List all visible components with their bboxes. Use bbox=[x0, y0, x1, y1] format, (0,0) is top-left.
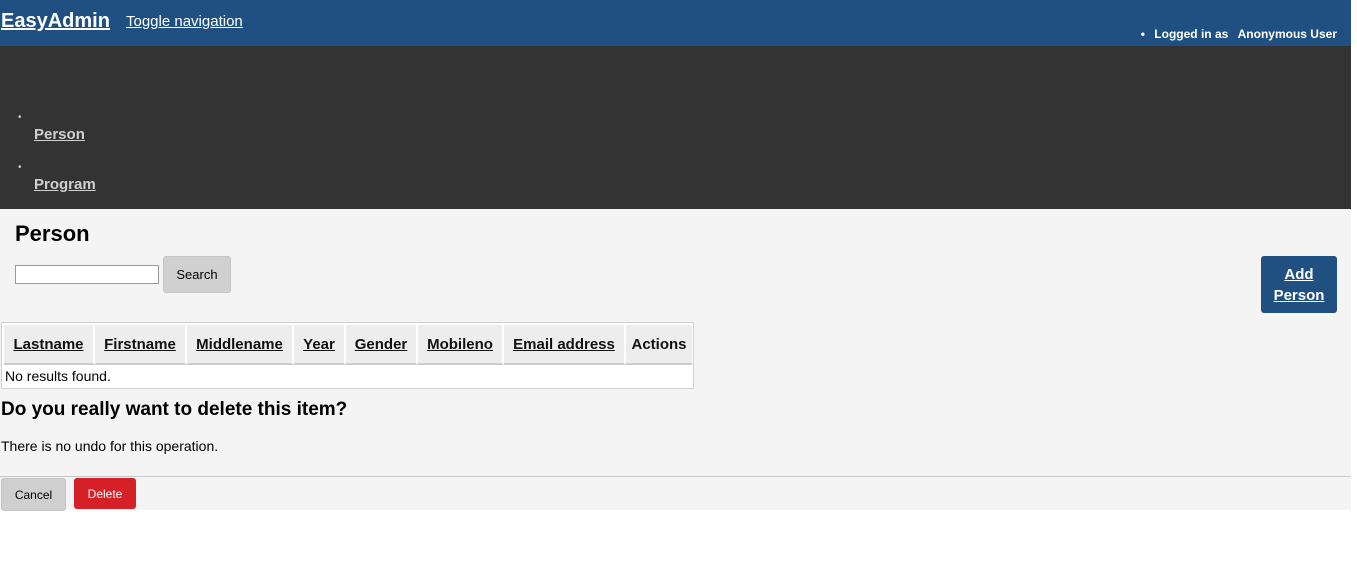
page-title: Person bbox=[15, 221, 90, 246]
delete-button[interactable]: Delete bbox=[74, 478, 136, 509]
bullet-icon: • bbox=[18, 162, 22, 173]
sidebar-link-program[interactable]: Program bbox=[34, 176, 96, 193]
column-header-email[interactable]: Email address bbox=[504, 325, 626, 365]
table-empty-message: No results found. bbox=[5, 368, 111, 384]
delete-modal-body: There is no undo for this operation. bbox=[1, 438, 219, 454]
search-input[interactable] bbox=[15, 265, 159, 284]
toggle-navigation-link[interactable]: Toggle navigation bbox=[126, 13, 243, 30]
search-button[interactable]: Search bbox=[163, 256, 231, 293]
modal-divider bbox=[0, 476, 1351, 477]
bullet-icon: • bbox=[1140, 27, 1145, 41]
column-header-mobileno[interactable]: Mobileno bbox=[418, 325, 504, 365]
user-info: • Logged in as Anonymous User bbox=[1141, 27, 1337, 41]
main-content: Person Search Add Person Lastname Firstn… bbox=[0, 209, 1351, 511]
bullet-icon: • bbox=[18, 112, 22, 123]
sidebar-link-person[interactable]: Person bbox=[34, 126, 85, 143]
top-navbar: EasyAdmin Toggle navigation • Logged in … bbox=[0, 0, 1351, 46]
column-header-year[interactable]: Year bbox=[294, 325, 346, 365]
column-header-firstname[interactable]: Firstname bbox=[95, 325, 187, 365]
column-header-actions: Actions bbox=[626, 325, 692, 365]
logged-in-label: Logged in as bbox=[1154, 27, 1229, 41]
brand-link[interactable]: EasyAdmin bbox=[1, 10, 110, 33]
column-header-lastname[interactable]: Lastname bbox=[4, 325, 95, 365]
results-table: Lastname Firstname Middlename Year Gende… bbox=[1, 322, 694, 389]
add-person-button[interactable]: Add Person bbox=[1261, 256, 1337, 313]
cancel-button[interactable]: Cancel bbox=[1, 478, 66, 511]
column-header-gender[interactable]: Gender bbox=[346, 325, 418, 365]
sidebar: • Person • Program bbox=[0, 46, 1351, 209]
column-header-middlename[interactable]: Middlename bbox=[187, 325, 294, 365]
delete-modal-title: Do you really want to delete this item? bbox=[1, 399, 348, 420]
table-header: Lastname Firstname Middlename Year Gende… bbox=[4, 325, 692, 365]
user-name: Anonymous User bbox=[1237, 27, 1337, 41]
